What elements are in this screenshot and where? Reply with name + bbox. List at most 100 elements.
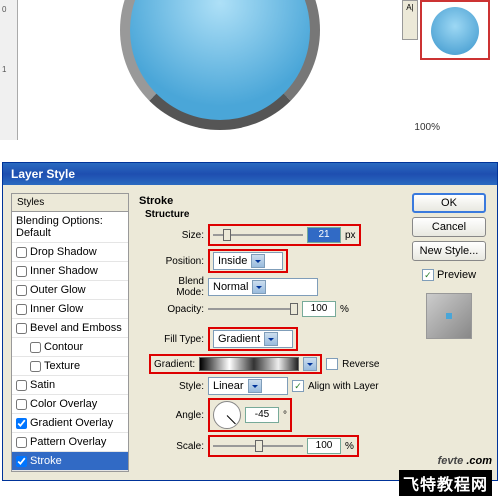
checkbox[interactable] <box>16 266 27 277</box>
style-color-overlay[interactable]: Color Overlay <box>12 395 128 414</box>
checkbox[interactable] <box>30 361 41 372</box>
size-input[interactable]: 21 <box>307 227 341 243</box>
style-stroke[interactable]: Stroke <box>12 452 128 471</box>
layer-style-dialog: Layer Style Styles Blending Options: Def… <box>2 162 498 481</box>
align-label: Align with Layer <box>308 381 379 392</box>
checkbox[interactable] <box>16 247 27 258</box>
styles-header[interactable]: Styles <box>12 194 128 212</box>
size-highlight: 21 px <box>208 224 361 246</box>
navigator-thumbnail <box>431 7 479 55</box>
style-inner-shadow[interactable]: Inner Shadow <box>12 262 128 281</box>
blending-options-row[interactable]: Blending Options: Default <box>12 212 128 243</box>
opacity-slider[interactable] <box>208 301 298 317</box>
style-outer-glow[interactable]: Outer Glow <box>12 281 128 300</box>
checkbox[interactable] <box>16 304 27 315</box>
watermark-domain: .com <box>463 455 492 467</box>
structure-subtitle: Structure <box>145 209 399 220</box>
blend-mode-label: Blend Mode: <box>149 276 204 298</box>
ruler-tick: 0 <box>2 5 6 14</box>
checkbox[interactable] <box>16 285 27 296</box>
style-gradient-overlay[interactable]: Gradient Overlay <box>12 414 128 433</box>
scale-slider[interactable] <box>213 438 303 454</box>
checkbox[interactable] <box>16 399 27 410</box>
stroke-group-title: Stroke <box>139 195 399 207</box>
chevron-down-icon[interactable] <box>264 332 278 346</box>
gradient-label: Gradient: <box>154 359 195 370</box>
angle-dial[interactable] <box>213 401 241 429</box>
checkbox[interactable] <box>16 437 27 448</box>
cancel-button[interactable]: Cancel <box>412 217 486 237</box>
stroke-settings-panel: Stroke Structure Size: 21 px Position: I… <box>135 193 403 472</box>
style-label: Texture <box>44 360 80 372</box>
px-unit: px <box>345 230 356 241</box>
checkbox[interactable] <box>16 456 27 467</box>
styles-list-panel: Styles Blending Options: Default Drop Sh… <box>11 193 129 472</box>
chevron-down-icon[interactable] <box>248 379 262 393</box>
checkbox[interactable] <box>16 418 27 429</box>
style-drop-shadow[interactable]: Drop Shadow <box>12 243 128 262</box>
reverse-label: Reverse <box>342 359 379 370</box>
checkbox[interactable] <box>30 342 41 353</box>
zoom-level[interactable]: 100% <box>414 122 440 133</box>
checkbox[interactable] <box>16 380 27 391</box>
style-label: Contour <box>44 341 83 353</box>
dropdown-value: Normal <box>213 281 248 293</box>
checkbox[interactable] <box>16 323 27 334</box>
blend-mode-dropdown[interactable]: Normal <box>208 278 318 296</box>
preview-label: Preview <box>437 269 476 281</box>
angle-highlight: -45 ° <box>208 398 292 432</box>
chevron-down-icon[interactable] <box>303 357 317 371</box>
reverse-checkbox[interactable] <box>326 358 338 370</box>
style-label: Bevel and Emboss <box>30 322 122 334</box>
watermark: fevte .com 飞特教程网 <box>399 444 492 496</box>
ruler-tick: 1 <box>2 65 6 74</box>
dropdown-value: Gradient <box>218 333 260 345</box>
style-label: Stroke <box>30 455 62 467</box>
style-contour[interactable]: Contour <box>12 338 128 357</box>
angle-input[interactable]: -45 <box>245 407 279 423</box>
chevron-down-icon[interactable] <box>252 280 266 294</box>
dropdown-value: Inside <box>218 255 247 267</box>
scale-label: Scale: <box>149 441 204 452</box>
pct-unit: % <box>340 304 349 315</box>
style-bevel-emboss[interactable]: Bevel and Emboss <box>12 319 128 338</box>
filltype-dropdown[interactable]: Gradient <box>213 330 293 348</box>
navigator-preview[interactable] <box>420 0 490 60</box>
vertical-ruler: 0 1 <box>0 0 18 140</box>
style-pattern-overlay[interactable]: Pattern Overlay <box>12 433 128 452</box>
preview-checkbox[interactable]: ✓ <box>422 269 434 281</box>
gradient-preview[interactable] <box>199 357 299 371</box>
style-label: Color Overlay <box>30 398 97 410</box>
filltype-highlight: Gradient <box>208 327 298 351</box>
style-inner-glow[interactable]: Inner Glow <box>12 300 128 319</box>
canvas-area: 0 1 A| 100% <box>0 0 500 165</box>
opacity-label: Opacity: <box>149 304 204 315</box>
position-highlight: Inside <box>208 249 288 273</box>
ok-button[interactable]: OK <box>412 193 486 213</box>
preview-toggle[interactable]: ✓ Preview <box>422 269 476 281</box>
angle-label: Angle: <box>149 410 204 421</box>
canvas-circle-shape[interactable] <box>120 0 320 130</box>
dropdown-value: Linear <box>213 380 244 392</box>
tool-palette[interactable]: A| <box>402 0 418 40</box>
position-dropdown[interactable]: Inside <box>213 252 283 270</box>
scale-input[interactable]: 100 <box>307 438 341 454</box>
dialog-titlebar[interactable]: Layer Style <box>3 163 497 185</box>
size-label: Size: <box>149 230 204 241</box>
style-texture[interactable]: Texture <box>12 357 128 376</box>
watermark-cn: 飞特教程网 <box>399 470 492 496</box>
size-slider[interactable] <box>213 227 303 243</box>
filltype-label: Fill Type: <box>149 334 204 345</box>
align-checkbox[interactable]: ✓ <box>292 380 304 392</box>
new-style-button[interactable]: New Style... <box>412 241 486 261</box>
opacity-input[interactable]: 100 <box>302 301 336 317</box>
watermark-brand: fevte <box>438 455 464 467</box>
style-label: Inner Glow <box>30 303 83 315</box>
style-satin[interactable]: Satin <box>12 376 128 395</box>
style-label: Inner Shadow <box>30 265 98 277</box>
scale-highlight: 100 % <box>208 435 359 457</box>
chevron-down-icon[interactable] <box>251 254 265 268</box>
gradient-style-dropdown[interactable]: Linear <box>208 377 288 395</box>
style-label: Gradient Overlay <box>30 417 113 429</box>
dialog-buttons-panel: OK Cancel New Style... ✓ Preview <box>409 193 489 472</box>
